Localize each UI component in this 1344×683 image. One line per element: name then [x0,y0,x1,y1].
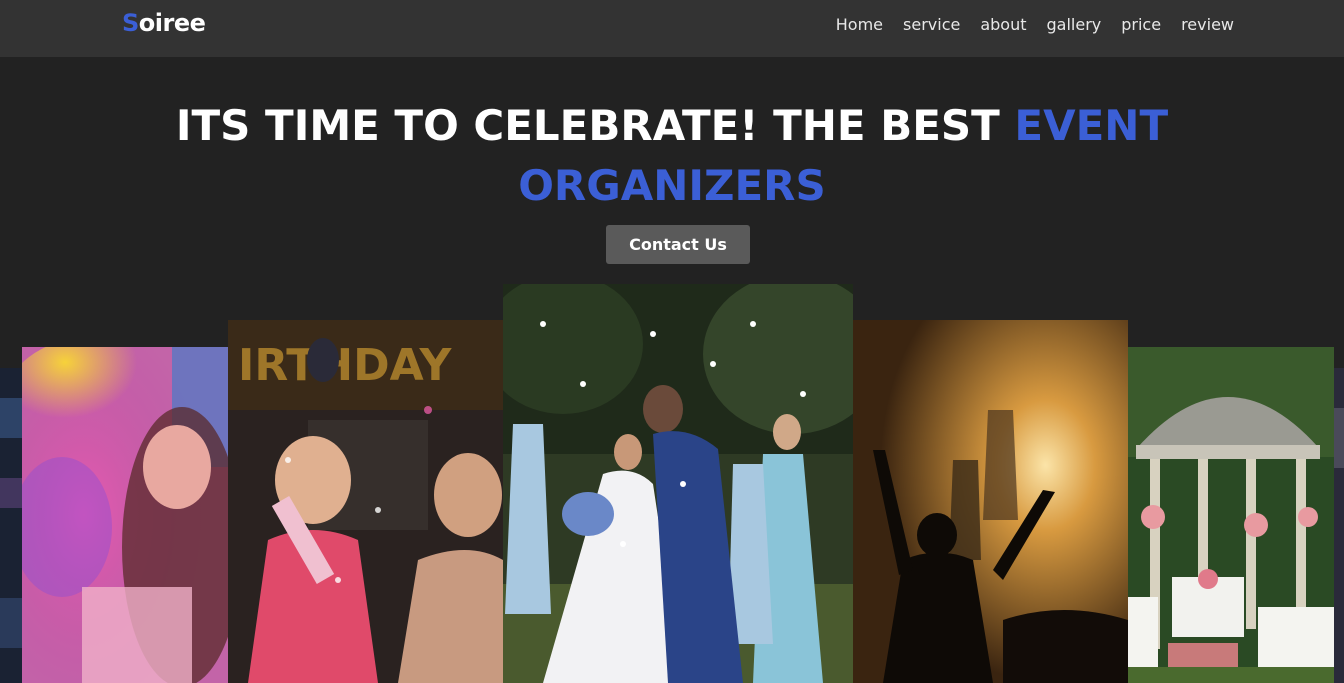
wedding-photo [503,284,853,683]
gazebo-venue-photo [1128,347,1334,683]
event-gallery: IRTHDAY [0,0,1344,683]
concert-left-edge-photo [0,368,22,683]
holi-color-photo [22,347,228,683]
concert-crowd-photo [853,320,1128,683]
birthday-party-photo: IRTHDAY [228,320,503,683]
right-edge-photo [1334,368,1344,683]
svg-text:IRTHDAY: IRTHDAY [238,340,452,391]
